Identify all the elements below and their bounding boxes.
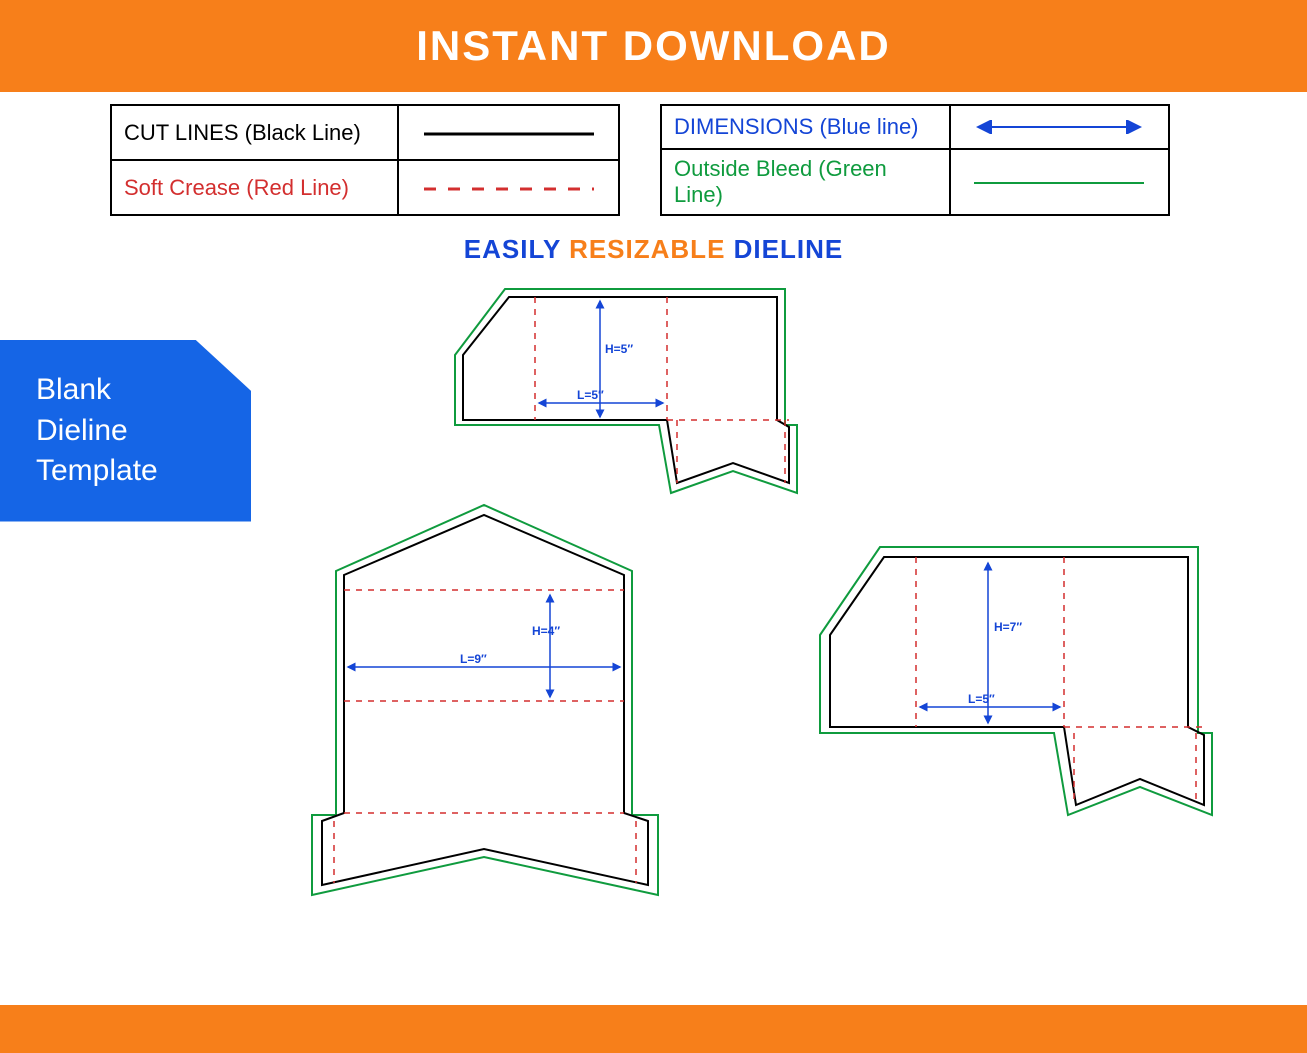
legend-bleed-sample xyxy=(950,149,1169,215)
dim-l: L=5″ xyxy=(577,388,604,402)
dieline-top: H=5″ L=5″ xyxy=(445,275,815,515)
legend-cut-sample xyxy=(398,105,619,160)
legend-right-table: DIMENSIONS (Blue line) Outside Bleed (Gr… xyxy=(660,104,1170,216)
dim-h: H=7″ xyxy=(994,620,1022,634)
legend-left-table: CUT LINES (Black Line) Soft Crease (Red … xyxy=(110,104,620,216)
badge-line1: Blank xyxy=(36,370,221,411)
legend-crease-sample xyxy=(398,160,619,215)
dieline-right: H=7″ L=5″ xyxy=(810,535,1230,835)
subtitle-w2: RESIZABLE xyxy=(569,234,725,264)
dim-l: L=5″ xyxy=(968,692,995,706)
legend-soft-crease: Soft Crease (Red Line) xyxy=(111,160,398,215)
legend-bleed: Outside Bleed (Green Line) xyxy=(661,149,950,215)
legend-row: CUT LINES (Black Line) Soft Crease (Red … xyxy=(0,92,1307,216)
legend-dim-sample xyxy=(950,105,1169,149)
subtitle-w1: EASILY xyxy=(464,234,561,264)
subtitle-w3: DIELINE xyxy=(734,234,844,264)
subtitle: EASILY RESIZABLE DIELINE xyxy=(0,234,1307,265)
side-badge: Blank Dieline Template xyxy=(0,340,251,522)
dim-h: H=5″ xyxy=(605,342,633,356)
dieline-left: H=4″ L=9″ xyxy=(300,495,670,915)
header-title: INSTANT DOWNLOAD xyxy=(416,22,891,69)
dim-l: L=9″ xyxy=(460,652,487,666)
badge-line3: Template xyxy=(36,451,221,492)
header-banner: INSTANT DOWNLOAD xyxy=(0,0,1307,92)
badge-line2: Dieline xyxy=(36,411,221,452)
dim-h: H=4″ xyxy=(532,624,560,638)
legend-dimensions: DIMENSIONS (Blue line) xyxy=(661,105,950,149)
content-area: Blank Dieline Template H=5″ L=5″ xyxy=(0,265,1307,965)
legend-cut-lines: CUT LINES (Black Line) xyxy=(111,105,398,160)
footer-bar xyxy=(0,1005,1307,1053)
